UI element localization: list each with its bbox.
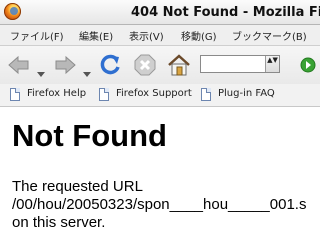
page-heading: Not Found [12,118,167,153]
menu-edit[interactable]: 編集(E) [79,28,113,43]
error-message-line-3: on this server. [12,214,106,231]
firefox-logo-icon [4,3,21,20]
back-arrow-icon[interactable] [8,55,30,75]
menu-view[interactable]: 表示(V) [129,28,164,43]
bookmark-label: Firefox Help [27,88,87,99]
error-message-line-1: The requested URL [12,178,143,195]
back-dropdown-icon[interactable] [37,63,45,77]
address-bar[interactable]: ▲▼ [200,55,280,73]
stop-icon[interactable] [133,53,157,77]
page-icon [10,88,20,101]
menu-bar: ファイル(F) 編集(E) 表示(V) 移動(G) ブックマーク(B) [0,25,320,46]
forward-arrow-icon[interactable] [54,55,76,75]
home-icon[interactable] [167,53,191,77]
url-input[interactable] [201,56,271,72]
bookmark-label: Plug-in FAQ [218,88,275,99]
reload-icon[interactable] [98,53,122,77]
page-content: Not Found The requested URL /00/hou/2005… [0,107,320,240]
go-icon[interactable] [300,57,316,73]
window-title: 404 Not Found - Mozilla Firefox [131,5,320,20]
bookmarks-toolbar: Firefox Help Firefox Support Plug-in FAQ [0,84,320,107]
window-title-bar: 404 Not Found - Mozilla Firefox [0,0,320,25]
menu-bookmarks[interactable]: ブックマーク(B) [232,28,307,43]
address-dropdown-icon[interactable]: ▲▼ [265,56,279,72]
page-icon [99,88,109,101]
menu-file[interactable]: ファイル(F) [10,28,64,43]
navigation-toolbar: ▲▼ [0,46,320,84]
requested-url: /00/hou/20050323/spon____hou_____001.s [12,196,307,213]
page-icon [201,88,211,101]
forward-dropdown-icon[interactable] [83,63,91,77]
bookmark-label: Firefox Support [116,88,192,99]
menu-go[interactable]: 移動(G) [181,28,217,43]
